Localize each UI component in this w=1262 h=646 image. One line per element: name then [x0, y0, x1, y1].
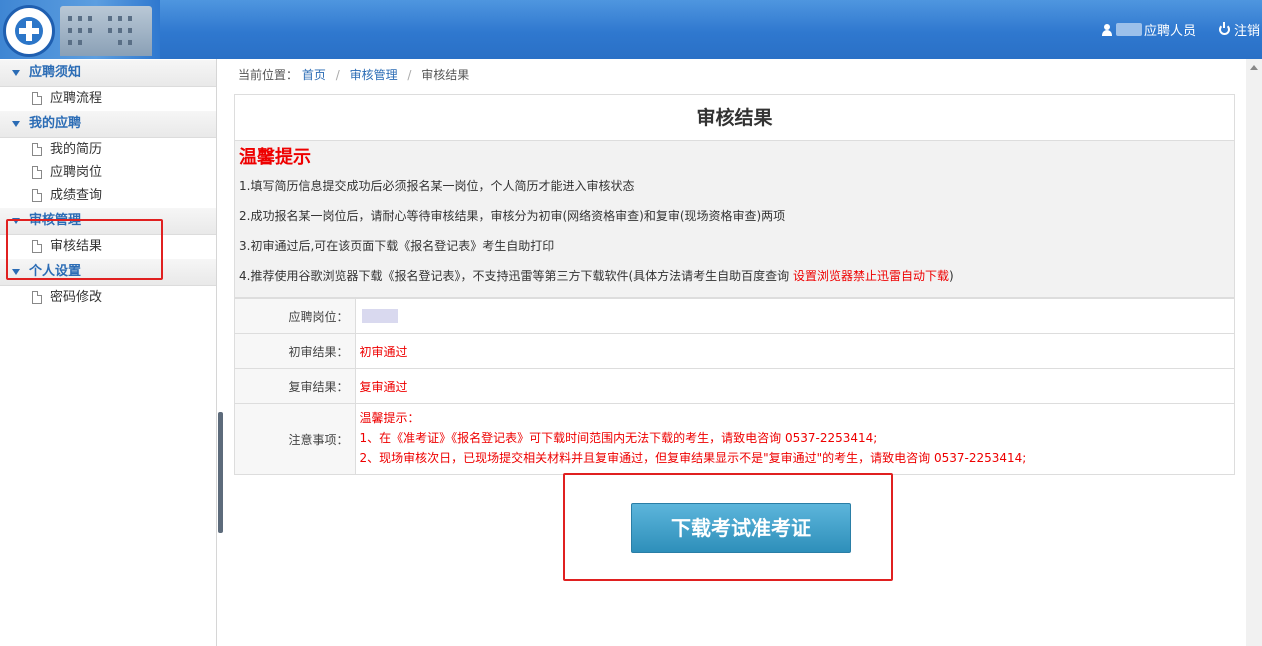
download-admission-ticket-button[interactable]: 下载考试准考证 — [631, 503, 851, 553]
sidebar-collapse-handle[interactable] — [218, 412, 223, 533]
user-icon — [1101, 23, 1112, 36]
breadcrumb-section-link[interactable]: 审核管理 — [350, 68, 398, 82]
table-row: 应聘岗位： — [235, 298, 1234, 334]
power-icon — [1218, 22, 1230, 35]
document-icon — [32, 291, 42, 304]
breadcrumb-separator: / — [407, 68, 412, 82]
sidebar-group-my-application[interactable]: 我的应聘 — [0, 110, 216, 138]
tip-line: 4.推荐使用谷歌浏览器下载《报名登记表》，不支持迅雷等第三方下载软件(具体方法请… — [239, 261, 1230, 291]
sidebar-group-notice[interactable]: 应聘须知 — [0, 59, 216, 87]
top-header: 应聘人员 注销 — [0, 0, 1262, 59]
logout-button[interactable]: 注销 — [1218, 20, 1260, 39]
username-redacted — [1115, 23, 1142, 36]
scroll-up-arrow-icon[interactable] — [1250, 65, 1258, 70]
page-title: 审核结果 — [235, 95, 1234, 141]
sidebar-item-label: 密码修改 — [50, 290, 103, 305]
position-label: 应聘岗位： — [235, 298, 356, 334]
breadcrumb-separator: / — [335, 68, 340, 82]
logo-emblem-icon — [3, 5, 55, 57]
review-result-panel: 审核结果 温馨提示 1.填写简历信息提交成功后必须报名某一岗位，个人简历才能进入… — [234, 94, 1235, 475]
note-line: 2、现场审核次日，已现场提交相关材料并且复审通过，但复审结果显示不是"复审通过"… — [359, 451, 1027, 465]
notes-label: 注意事项： — [235, 403, 356, 474]
highlight-box — [6, 219, 163, 280]
user-role-label: 应聘人员 — [1143, 24, 1196, 39]
note-line: 温馨提示： — [359, 411, 420, 425]
sidebar-item-label: 应聘岗位 — [50, 165, 103, 180]
tip4-text: 4.推荐使用谷歌浏览器下载《报名登记表》，不支持迅雷等第三方下载软件(具体方法请… — [239, 269, 793, 283]
disable-thunder-link[interactable]: 设置浏览器禁止迅雷自动下载 — [793, 269, 949, 283]
sidebar: 应聘须知 应聘流程 我的应聘 我的简历 应聘岗位 成绩查询 审核管理 审核结果 … — [0, 59, 217, 646]
notes-value: 温馨提示： 1、在《准考证》《报名登记表》可下载时间范围内无法下载的考生，请致电… — [355, 403, 1234, 474]
tip-line: 1.填写简历信息提交成功后必须报名某一岗位，个人简历才能进入审核状态 — [239, 179, 635, 193]
tip4-suffix: ) — [948, 269, 954, 283]
position-value — [355, 298, 1234, 334]
tip-line: 3.初审通过后,可在该页面下载《报名登记表》考生自助打印 — [239, 239, 555, 253]
table-row: 初审结果： 初审通过 — [235, 333, 1234, 369]
sidebar-item-password[interactable]: 密码修改 — [0, 286, 216, 309]
main-content: 当前位置： 首页 / 审核管理 / 审核结果 审核结果 温馨提示 1.填写简历信… — [224, 59, 1246, 646]
sidebar-item-label: 成绩查询 — [50, 188, 103, 203]
current-user[interactable]: 应聘人员 — [1101, 20, 1196, 39]
sidebar-item-resume[interactable]: 我的简历 — [0, 138, 216, 161]
position-redacted — [361, 309, 398, 324]
sidebar-item-process[interactable]: 应聘流程 — [0, 87, 216, 110]
note-line: 1、在《准考证》《报名登记表》可下载时间范围内无法下载的考生，请致电咨询 053… — [359, 431, 878, 445]
hospital-building-image — [60, 6, 152, 56]
second-review-value: 复审通过 — [355, 368, 1234, 404]
first-review-label: 初审结果： — [235, 333, 356, 369]
review-info-table: 应聘岗位： 初审结果： 初审通过 复审结果： 复审通过 注意事项： 温馨提示： … — [235, 298, 1234, 474]
tip-line: 2.成功报名某一岗位后，请耐心等待审核结果，审核分为初审(网络资格审查)和复审(… — [239, 209, 786, 223]
sidebar-group-label: 应聘须知 — [29, 65, 82, 80]
table-row: 注意事项： 温馨提示： 1、在《准考证》《报名登记表》可下载时间范围内无法下载的… — [235, 403, 1234, 474]
table-row: 复审结果： 复审通过 — [235, 368, 1234, 404]
breadcrumb: 当前位置： 首页 / 审核管理 / 审核结果 — [238, 66, 469, 83]
sidebar-item-label: 应聘流程 — [50, 91, 103, 106]
sidebar-item-position[interactable]: 应聘岗位 — [0, 161, 216, 184]
tips-heading: 温馨提示 — [239, 147, 311, 168]
document-icon — [32, 189, 42, 202]
document-icon — [32, 143, 42, 156]
hospital-logo — [0, 0, 160, 59]
breadcrumb-prefix: 当前位置： — [238, 68, 299, 82]
second-review-label: 复审结果： — [235, 368, 356, 404]
document-icon — [32, 166, 42, 179]
sidebar-group-label: 我的应聘 — [29, 116, 82, 131]
caret-down-icon — [12, 70, 20, 76]
tips-section: 温馨提示 1.填写简历信息提交成功后必须报名某一岗位，个人简历才能进入审核状态 … — [235, 141, 1234, 298]
breadcrumb-home-link[interactable]: 首页 — [302, 68, 326, 82]
document-icon — [32, 92, 42, 105]
breadcrumb-current: 审核结果 — [421, 68, 470, 82]
logout-label: 注销 — [1233, 24, 1260, 39]
caret-down-icon — [12, 121, 20, 127]
sidebar-item-scores[interactable]: 成绩查询 — [0, 184, 216, 207]
sidebar-item-label: 我的简历 — [50, 142, 103, 157]
vertical-scrollbar[interactable] — [1246, 59, 1262, 646]
first-review-value: 初审通过 — [355, 333, 1234, 369]
